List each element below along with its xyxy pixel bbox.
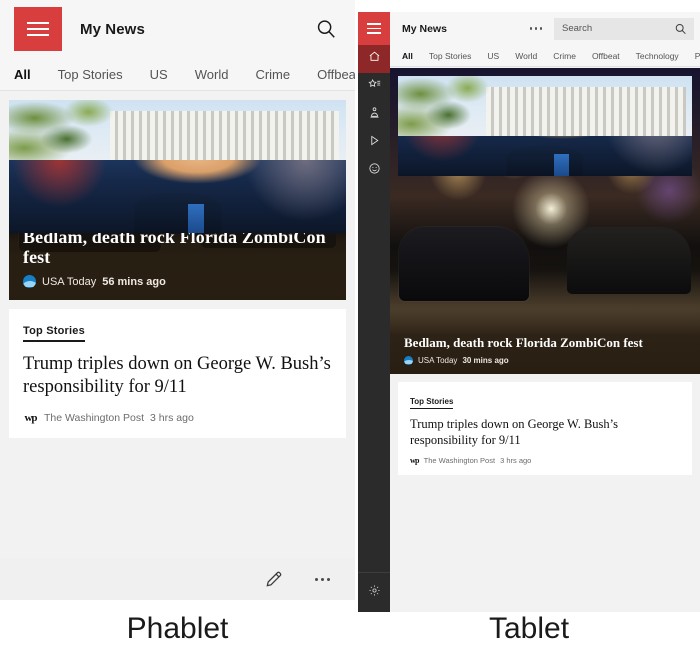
hero-article-text: Bedlam, death rock Florida ZombiCon fest… — [23, 227, 332, 288]
story-article-title: Trump triples down on George W. Bush’s r… — [23, 354, 331, 398]
play-icon — [368, 134, 381, 152]
home-icon — [368, 50, 381, 68]
tab-offbeat[interactable]: Offbeat — [592, 51, 620, 61]
story-article-title: Trump triples down on George W. Bush’s r… — [410, 417, 619, 447]
next-article-card-peek[interactable] — [398, 76, 692, 136]
next-article-card-peek[interactable] — [9, 100, 346, 160]
search-icon[interactable] — [315, 18, 337, 40]
hero-article-text: Bedlam, death rock Florida ZombiCon fest… — [404, 335, 686, 365]
tablet-navigation-rail — [358, 12, 390, 612]
hero-article-title: Bedlam, death rock Florida ZombiCon fest — [404, 335, 643, 350]
phablet-caption: Phablet — [126, 612, 229, 645]
tab-crime[interactable]: Crime — [255, 67, 290, 82]
story-kicker-badge: Top Stories — [410, 397, 454, 409]
tablet-caption: Tablet — [488, 612, 570, 645]
usa-today-logo-icon — [23, 275, 36, 288]
hero-source-name: USA Today — [418, 356, 458, 365]
tab-world[interactable]: World — [195, 67, 229, 82]
pencil-icon[interactable] — [263, 568, 285, 590]
page-title: My News — [80, 20, 145, 38]
rail-item-feedback[interactable] — [358, 157, 390, 185]
hamburger-icon[interactable] — [14, 7, 62, 51]
tab-crime[interactable]: Crime — [553, 51, 576, 61]
tablet-category-tabs[interactable]: All Top Stories US World Crime Offbeat T… — [390, 45, 700, 67]
tab-politics[interactable]: Politics — [695, 51, 700, 61]
story-article-card[interactable]: Top Stories Trump triples down on George… — [398, 76, 692, 476]
hero-source-name: USA Today — [42, 275, 97, 288]
rail-item-play[interactable] — [358, 129, 390, 157]
story-source-row: wp The Washington Post 3 hrs ago — [23, 411, 332, 424]
hero-article-source-row: USA Today 56 mins ago — [23, 275, 332, 288]
tablet-news-feed: Bedlam, death rock Florida ZombiCon fest… — [390, 68, 700, 612]
tab-technology[interactable]: Technology — [636, 51, 679, 61]
rail-item-settings[interactable] — [358, 572, 390, 612]
phablet-news-feed: Bedlam, death rock Florida ZombiCon fest… — [0, 91, 355, 600]
tablet-main-area: My News Search All Top Stories US World … — [390, 12, 700, 612]
ellipsis-icon[interactable] — [311, 568, 333, 590]
comparison-stage: My News All Top Stories US World Crime O… — [0, 0, 700, 653]
page-title: My News — [402, 22, 447, 35]
story-source-name: The Washington Post — [44, 411, 144, 424]
hero-article-source-row: USA Today 30 mins ago — [404, 356, 686, 365]
hero-timestamp: 30 mins ago — [462, 356, 509, 365]
washington-post-logo-icon: wp — [24, 411, 37, 424]
tablet-app-header: My News Search — [390, 12, 700, 45]
story-timestamp: 3 hrs ago — [500, 456, 532, 466]
story-article-body: Top Stories Trump triples down on George… — [9, 309, 346, 424]
settings-gear-icon — [368, 584, 381, 602]
phablet-device-frame: My News All Top Stories US World Crime O… — [0, 0, 355, 600]
tab-us[interactable]: US — [487, 51, 499, 61]
phablet-command-bar — [0, 558, 355, 600]
washington-post-logo-icon: wp — [410, 456, 419, 466]
phablet-category-tabs[interactable]: All Top Stories US World Crime Offbeat T… — [0, 58, 355, 91]
tab-top-stories[interactable]: Top Stories — [58, 67, 123, 82]
usa-today-logo-icon — [404, 356, 413, 365]
search-placeholder: Search — [562, 23, 593, 34]
search-input[interactable]: Search — [554, 17, 694, 40]
rail-item-home[interactable] — [358, 45, 390, 73]
phablet-app-header: My News — [0, 0, 355, 58]
tab-us[interactable]: US — [150, 67, 168, 82]
feedback-smiley-icon — [368, 162, 381, 180]
tab-offbeat[interactable]: Offbeat — [317, 67, 355, 82]
story-source-row: wp The Washington Post 3 hrs ago — [410, 456, 680, 465]
tab-world[interactable]: World — [515, 51, 537, 61]
reading-list-icon — [368, 106, 381, 124]
hero-timestamp: 56 mins ago — [102, 275, 166, 288]
search-icon[interactable] — [674, 22, 687, 35]
ellipsis-icon[interactable] — [529, 27, 542, 30]
rail-item-reading-list[interactable] — [358, 101, 390, 129]
favorites-star-icon — [367, 78, 381, 96]
tablet-device-frame: My News Search All Top Stories US World … — [358, 12, 700, 612]
story-kicker-badge: Top Stories — [23, 325, 85, 342]
story-article-body: Top Stories Trump triples down on George… — [398, 382, 692, 465]
tab-all[interactable]: All — [402, 51, 413, 61]
tab-all[interactable]: All — [14, 67, 31, 82]
rail-item-favorites[interactable] — [358, 73, 390, 101]
tab-top-stories[interactable]: Top Stories — [429, 51, 472, 61]
story-article-card[interactable]: Top Stories Trump triples down on George… — [9, 100, 346, 439]
story-source-name: The Washington Post — [423, 456, 496, 466]
story-timestamp: 3 hrs ago — [150, 411, 194, 424]
hamburger-icon[interactable] — [358, 12, 390, 45]
